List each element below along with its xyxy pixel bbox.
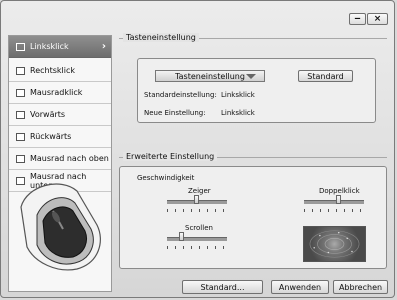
pointer-ticks — [167, 209, 228, 212]
sidebar-item-label: Rückwärts — [30, 132, 72, 141]
pointer-slider[interactable] — [194, 195, 199, 204]
minimize-button[interactable]: ‒ — [349, 13, 366, 25]
sidebar-item-right-click[interactable]: Rechtsklick — [9, 60, 111, 82]
sidebar-item-left-click[interactable]: Linksklick › — [9, 36, 111, 58]
mouse-button-icon — [16, 154, 25, 163]
scroll-slider-track — [167, 237, 227, 241]
minimize-icon: ‒ — [354, 14, 361, 24]
sidebar-item-wheel-click[interactable]: Mausradklick — [9, 82, 111, 104]
standard-button[interactable]: Standard... — [182, 280, 263, 294]
key-setting-panel: Tasteneinstellung Standard Standardeinst… — [137, 58, 376, 123]
chevron-down-icon — [246, 74, 256, 79]
sidebar-item-label: Rechtsklick — [30, 66, 76, 75]
sidebar-item-forward[interactable]: Vorwärts — [9, 104, 111, 126]
scroll-label: Scrollen — [185, 224, 213, 232]
close-button[interactable]: × — [367, 13, 388, 25]
group-title: Erweiterte Einstellung — [123, 152, 218, 161]
mouse-button-icon — [16, 132, 25, 141]
sidebar-item-label: Vorwärts — [30, 110, 66, 119]
default-setting-label: Standardeinstellung: — [144, 91, 217, 99]
new-setting-value: Linksklick — [221, 109, 255, 117]
mouse-button-icon — [16, 66, 25, 75]
doubleclick-test-area[interactable] — [303, 226, 366, 262]
key-default-button[interactable]: Standard — [298, 70, 353, 82]
doubleclick-label: Doppelklick — [319, 187, 360, 195]
key-setting-group: Tasteneinstellung — [119, 33, 387, 42]
sidebar-item-label: Linksklick — [30, 42, 69, 51]
sidebar-item-scroll-up[interactable]: Mausrad nach oben — [9, 148, 111, 170]
doubleclick-ticks — [304, 209, 365, 212]
default-setting-value: Linksklick — [221, 91, 255, 99]
advanced-setting-group: Erweiterte Einstellung — [119, 152, 387, 161]
apply-button[interactable]: Anwenden — [271, 280, 329, 294]
sidebar-item-back[interactable]: Rückwärts — [9, 126, 111, 148]
group-title: Tasteneinstellung — [123, 33, 199, 42]
mouse-illustration — [20, 183, 101, 271]
button-label: Abbrechen — [338, 282, 383, 292]
close-icon: × — [373, 14, 382, 24]
pointer-label: Zeiger — [188, 187, 211, 195]
new-setting-label: Neue Einstellung: — [144, 109, 206, 117]
button-label: Standard — [307, 71, 344, 81]
dropdown-value: Tasteneinstellung — [175, 71, 245, 81]
cancel-button[interactable]: Abbrechen — [333, 280, 388, 294]
mouse-button-icon — [16, 110, 25, 119]
mouse-button-icon — [16, 42, 25, 51]
button-label: Anwenden — [278, 282, 322, 292]
doubleclick-slider[interactable] — [336, 195, 341, 204]
sidebar-item-label: Mausrad nach oben — [30, 154, 109, 163]
button-label: Standard... — [200, 282, 245, 292]
settings-window: ‒ × Linksklick › Rechtsklick Mausradklic… — [0, 0, 395, 298]
doubleclick-slider-track — [304, 200, 364, 204]
speed-label: Geschwindigkeit — [137, 174, 195, 182]
mouse-button-icon — [16, 88, 25, 97]
chevron-right-icon: › — [101, 41, 106, 52]
scroll-slider[interactable] — [179, 232, 184, 241]
scroll-ticks — [167, 246, 228, 249]
key-setting-dropdown[interactable]: Tasteneinstellung — [155, 70, 265, 82]
sidebar-item-label: Mausradklick — [30, 88, 83, 97]
